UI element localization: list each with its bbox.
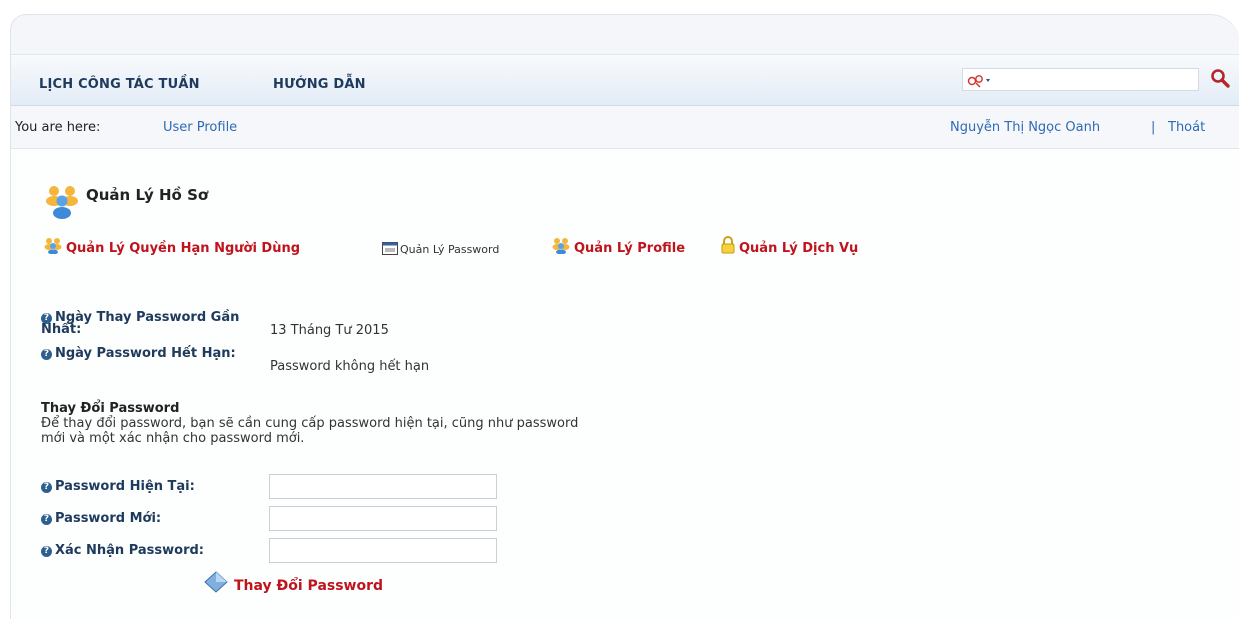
breadcrumb-label: You are here: xyxy=(15,120,101,135)
breadcrumb-bar: You are here: User Profile Nguyễn Thị Ng… xyxy=(11,106,1239,149)
users-icon xyxy=(44,236,62,258)
search-box xyxy=(962,68,1199,92)
confirm-password-input[interactable] xyxy=(269,538,497,563)
tab-service-management[interactable]: Quản Lý Dịch Vụ xyxy=(739,241,858,256)
change-password-heading: Thay Đổi Password xyxy=(41,401,180,416)
last-change-value: 13 Tháng Tư 2015 xyxy=(270,323,389,338)
confirm-password-label: ? Xác Nhận Password: xyxy=(41,543,204,558)
change-password-description: Để thay đổi password, bạn sẽ cần cung cấ… xyxy=(41,416,579,446)
page-title: Quản Lý Hồ Sơ xyxy=(86,186,209,204)
separator: | xyxy=(1151,120,1156,135)
search-input[interactable] xyxy=(1003,69,1197,92)
app-frame: LỊCH CÔNG TÁC TUẦN HƯỚNG DẪN You are her… xyxy=(10,14,1239,619)
change-password-button-label: Thay Đổi Password xyxy=(234,578,384,594)
tab-permission-management[interactable]: Quản Lý Quyền Hạn Người Dùng xyxy=(66,241,300,256)
user-name-link[interactable]: Nguyễn Thị Ngọc Oanh xyxy=(950,120,1100,135)
expiry-label: ? Ngày Password Hết Hạn: xyxy=(41,347,241,360)
help-icon[interactable]: ? xyxy=(41,482,52,493)
current-password-label: ? Password Hiện Tại: xyxy=(41,479,195,494)
breadcrumb-current-link[interactable]: User Profile xyxy=(163,120,237,135)
search-icon[interactable] xyxy=(1209,67,1233,91)
tab-password-management[interactable]: Quản Lý Password xyxy=(400,243,499,256)
users-icon xyxy=(552,236,570,258)
password-icon xyxy=(382,240,398,259)
expiry-value: Password không hết hạn xyxy=(270,359,430,374)
lock-icon xyxy=(721,236,735,258)
tab-profile-management[interactable]: Quản Lý Profile xyxy=(574,241,685,256)
nav-item-weekly-schedule[interactable]: LỊCH CÔNG TÁC TUẦN xyxy=(39,77,200,92)
new-password-label: ? Password Mới: xyxy=(41,511,161,526)
nav-item-guide[interactable]: HƯỚNG DẪN xyxy=(273,77,366,92)
search-provider-icon[interactable] xyxy=(966,73,998,88)
last-change-label: ? Ngày Thay Password Gần Nhất: xyxy=(41,310,240,337)
new-password-input[interactable] xyxy=(269,506,497,531)
change-password-button[interactable]: Thay Đổi Password xyxy=(204,571,383,597)
main-content: Quản Lý Hồ Sơ Quản Lý Quyền Hạn Người Dù… xyxy=(11,149,1239,619)
logout-link[interactable]: Thoát xyxy=(1168,120,1205,135)
users-large-icon xyxy=(45,181,79,223)
help-icon[interactable]: ? xyxy=(41,514,52,525)
help-icon[interactable]: ? xyxy=(41,546,52,557)
diamond-icon xyxy=(204,571,228,597)
top-navbar: LỊCH CÔNG TÁC TUẦN HƯỚNG DẪN xyxy=(11,54,1239,106)
help-icon[interactable]: ? xyxy=(41,349,52,360)
current-password-input[interactable] xyxy=(269,474,497,499)
